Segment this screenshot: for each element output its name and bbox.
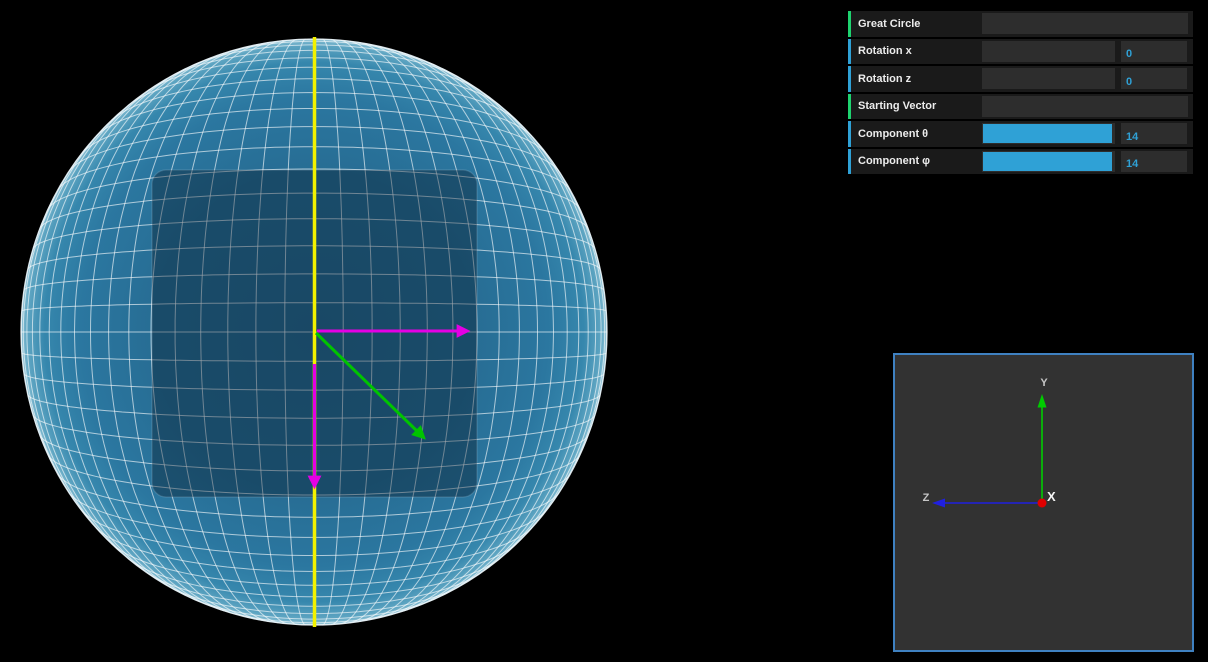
controller-label: Great Circle	[858, 17, 921, 30]
orientation-gizmo-panel: Y Z X	[893, 353, 1194, 652]
controller-row-component: Component φ	[848, 148, 1193, 174]
component-value[interactable]	[1121, 123, 1187, 145]
controller-label: Rotation z	[858, 72, 912, 85]
controller-row-great-circle: Great Circle	[848, 11, 1193, 37]
controller-row-rotation-x: Rotation x	[848, 38, 1193, 64]
great-circle-text-input[interactable]	[982, 13, 1188, 35]
controller-row-component: Component θ	[848, 121, 1193, 147]
x-axis-label: X	[1047, 489, 1056, 504]
controller-row-rotation-z: Rotation z	[848, 66, 1193, 92]
rotation-x-value[interactable]	[1121, 40, 1187, 62]
z-axis-arrowhead	[932, 498, 945, 508]
y-axis-label: Y	[1040, 377, 1048, 389]
rotation-z-value[interactable]	[1121, 68, 1187, 90]
starting-vector-text-input[interactable]	[982, 95, 1188, 117]
rotation-x-slider[interactable]	[982, 40, 1115, 62]
controller-label: Starting Vector	[858, 100, 937, 113]
slider-fill	[983, 151, 1112, 171]
component-slider[interactable]	[982, 123, 1115, 145]
controller-row-starting-vector: Starting Vector	[848, 93, 1193, 119]
y-axis-arrowhead	[1037, 394, 1047, 408]
controller-label: Rotation x	[858, 45, 912, 58]
z-axis-label: Z	[923, 492, 930, 504]
slider-fill	[983, 124, 1112, 144]
component-value[interactable]	[1121, 150, 1187, 172]
x-axis-dot	[1037, 498, 1047, 508]
component-slider[interactable]	[982, 150, 1115, 172]
control-panel: Great Circle Rotation x Rotation z	[848, 11, 1193, 176]
rotation-z-slider[interactable]	[982, 68, 1115, 90]
controller-label: Component φ	[858, 155, 931, 168]
orientation-gizmo: Y Z X	[923, 377, 1056, 508]
controller-label: Component θ	[858, 127, 929, 140]
